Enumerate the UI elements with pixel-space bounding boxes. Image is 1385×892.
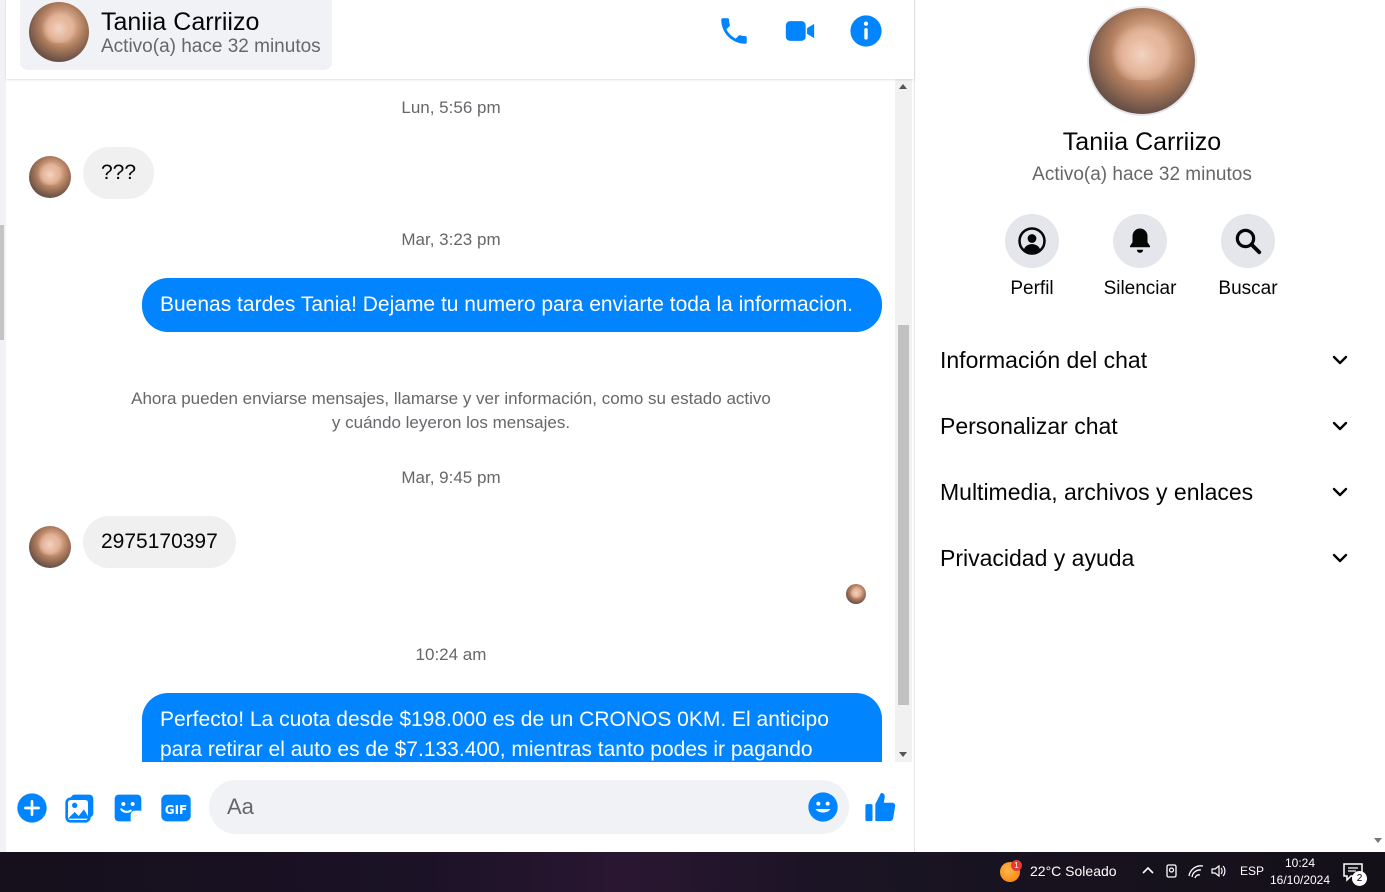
- emoji-icon[interactable]: [807, 791, 839, 823]
- notification-count: 2: [1352, 871, 1367, 886]
- message-list[interactable]: Lun, 5:56 pm ??? Mar, 3:23 pm Buenas tar…: [6, 79, 914, 762]
- like-icon[interactable]: [864, 790, 898, 824]
- weather-text[interactable]: 22°C Soleado: [1030, 863, 1117, 879]
- clock-time: 10:24: [1284, 856, 1316, 870]
- camera-tray-icon[interactable]: [1163, 862, 1181, 880]
- chevron-down-icon: [1332, 421, 1348, 431]
- section-privacy-help[interactable]: Privacidad y ayuda: [940, 538, 1350, 578]
- svg-text:GIF: GIF: [165, 803, 188, 817]
- incoming-message[interactable]: 2975170397: [83, 516, 236, 568]
- video-icon[interactable]: [783, 14, 817, 48]
- phone-icon[interactable]: [717, 14, 751, 48]
- search-icon[interactable]: [1221, 214, 1275, 268]
- clock[interactable]: 10:24 16/10/2024: [1268, 855, 1332, 889]
- chevron-down-icon: [1332, 553, 1348, 563]
- sender-avatar[interactable]: [29, 156, 71, 198]
- profile-button[interactable]: Perfil: [987, 214, 1077, 300]
- sticker-icon[interactable]: [112, 792, 144, 824]
- info-contact-name: Taniia Carriizo: [1062, 128, 1222, 156]
- contact-name: Taniia Carriizo: [101, 8, 260, 36]
- weather-badge: 1: [1011, 860, 1022, 871]
- search-button[interactable]: Buscar: [1203, 214, 1293, 300]
- info-avatar[interactable]: [1087, 6, 1197, 116]
- gif-icon[interactable]: GIF: [160, 792, 192, 824]
- section-title: Privacidad y ayuda: [940, 544, 1135, 571]
- image-icon[interactable]: [64, 792, 96, 824]
- profile-icon[interactable]: [1005, 214, 1059, 268]
- scroll-thumb[interactable]: [898, 325, 909, 705]
- outgoing-message[interactable]: Perfecto! La cuota desde $198.000 es de …: [142, 693, 882, 762]
- windows-taskbar: 1 22°C Soleado ESP 10:24 16/10/2024 2: [0, 852, 1385, 892]
- chevron-up-icon[interactable]: [1139, 862, 1157, 880]
- scroll-up-arrow[interactable]: [899, 84, 907, 89]
- seen-indicator-avatar: [846, 584, 866, 604]
- section-media-files-links[interactable]: Multimedia, archivos y enlaces: [940, 472, 1350, 512]
- search-label: Buscar: [1218, 278, 1278, 299]
- section-title: Personalizar chat: [940, 412, 1118, 439]
- system-notice: Ahora pueden enviarse mensajes, llamarse…: [131, 389, 771, 432]
- incoming-message[interactable]: ???: [83, 147, 155, 199]
- chat-header: Taniia Carriizo Activo(a) hace 32 minuto…: [6, 0, 914, 79]
- section-customize-chat[interactable]: Personalizar chat: [940, 406, 1350, 446]
- volume-icon[interactable]: [1210, 862, 1228, 880]
- mute-button[interactable]: Silenciar: [1095, 214, 1185, 300]
- header-contact[interactable]: Taniia Carriizo Activo(a) hace 32 minuto…: [20, 0, 332, 70]
- chevron-down-icon: [1332, 487, 1348, 497]
- wifi-icon[interactable]: [1187, 862, 1205, 880]
- profile-label: Perfil: [1010, 278, 1054, 299]
- section-title: Información del chat: [940, 346, 1148, 373]
- chat-panel: Taniia Carriizo Activo(a) hace 32 minuto…: [6, 0, 914, 852]
- timestamp: Mar, 9:45 pm: [401, 468, 501, 487]
- timestamp: Mar, 3:23 pm: [401, 230, 501, 249]
- section-title: Multimedia, archivos y enlaces: [940, 478, 1254, 505]
- language-indicator[interactable]: ESP: [1240, 864, 1264, 878]
- plus-icon[interactable]: [16, 792, 48, 824]
- outgoing-message[interactable]: Buenas tardes Tania! Dejame tu numero pa…: [142, 278, 882, 332]
- message-input[interactable]: [227, 780, 787, 834]
- contact-avatar[interactable]: [29, 2, 89, 62]
- section-chat-info[interactable]: Información del chat: [940, 340, 1350, 380]
- scroll-down-arrow[interactable]: [899, 752, 907, 757]
- info-icon[interactable]: [849, 14, 883, 48]
- message-input-box[interactable]: [209, 780, 849, 834]
- clock-date: 16/10/2024: [1269, 873, 1331, 887]
- timestamp: Lun, 5:56 pm: [401, 98, 501, 117]
- mute-label: Silenciar: [1103, 278, 1177, 299]
- timestamp: 10:24 am: [415, 645, 487, 664]
- page-scrollbar[interactable]: [1368, 0, 1385, 852]
- sender-avatar[interactable]: [29, 526, 71, 568]
- contact-status: Activo(a) hace 32 minutos: [101, 36, 321, 57]
- chevron-down-icon: [1332, 355, 1348, 365]
- info-contact-status: Activo(a) hace 32 minutos: [1032, 164, 1252, 185]
- message-scrollbar[interactable]: [895, 79, 912, 762]
- page-scroll-down-arrow[interactable]: [1374, 838, 1382, 843]
- conversation-info-panel: Taniia Carriizo Activo(a) hace 32 minuto…: [914, 0, 1368, 852]
- left-scroll-thumb[interactable]: [0, 225, 4, 340]
- bell-icon[interactable]: [1113, 214, 1167, 268]
- composer: GIF: [6, 762, 914, 852]
